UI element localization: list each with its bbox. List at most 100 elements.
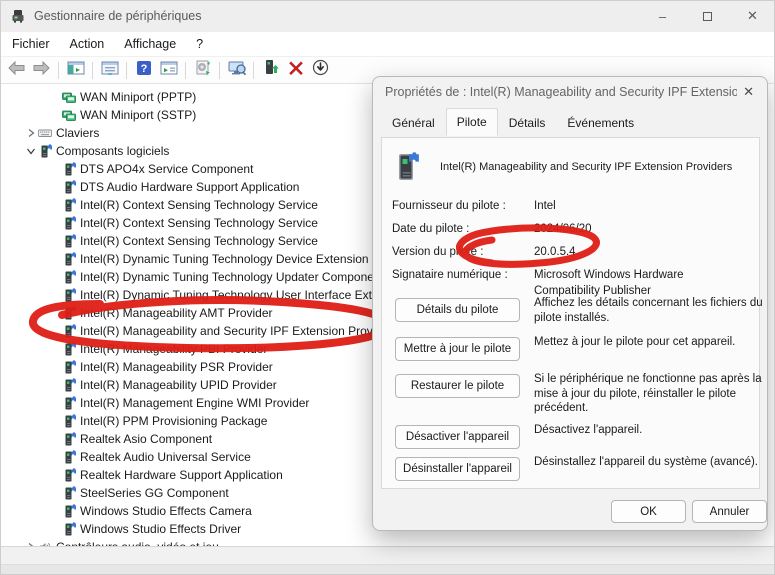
tree-item-label: Intel(R) Dynamic Tuning Technology User … bbox=[80, 288, 379, 302]
toolbar-separator bbox=[219, 62, 220, 79]
désinstaller-l-appareil-button[interactable]: Désinstaller l'appareil bbox=[395, 457, 520, 481]
software-component-icon bbox=[62, 324, 76, 338]
tree-item-label: Intel(R) Manageability PSR Provider bbox=[80, 360, 273, 374]
tree-item-label: WAN Miniport (PPTP) bbox=[80, 90, 196, 104]
driver-tab-panel: Intel(R) Manageability and Security IPF … bbox=[381, 137, 760, 489]
scan-hardware-icon bbox=[194, 59, 212, 81]
cancel-button[interactable]: Annuler bbox=[692, 500, 767, 523]
console-tree-icon bbox=[67, 60, 85, 81]
network-adapter-icon bbox=[62, 108, 76, 122]
dialog-title: Propriétés de : Intel(R) Manageability a… bbox=[385, 85, 737, 99]
chevron-right-icon[interactable] bbox=[24, 126, 38, 140]
driver-actions: Détails du piloteAffichez les détails co… bbox=[382, 138, 759, 488]
software-component-icon bbox=[62, 234, 76, 248]
tree-item-label: Intel(R) Management Engine WMI Provider bbox=[80, 396, 309, 410]
software-component-icon bbox=[62, 468, 76, 482]
keyboard-icon bbox=[38, 126, 52, 140]
uninstall-button[interactable] bbox=[283, 59, 308, 81]
détails-du-pilote-button[interactable]: Détails du pilote bbox=[395, 298, 520, 322]
tree-item-label: Claviers bbox=[56, 126, 99, 140]
toolbar-separator bbox=[92, 62, 93, 79]
driver-action-description: Désinstallez l'appareil du système (avan… bbox=[534, 455, 764, 470]
console-tree-button[interactable] bbox=[63, 59, 88, 81]
désactiver-l-appareil-button[interactable]: Désactiver l'appareil bbox=[395, 425, 520, 449]
menu-item-action[interactable]: Action bbox=[60, 34, 115, 54]
software-component-icon bbox=[62, 486, 76, 500]
software-component-icon bbox=[62, 450, 76, 464]
update-driver-icon bbox=[263, 59, 279, 81]
software-component-icon bbox=[62, 180, 76, 194]
tree-item-label: Intel(R) Manageability UPID Provider bbox=[80, 378, 277, 392]
tab-pilote[interactable]: Pilote bbox=[446, 108, 498, 136]
tab-événements[interactable]: Événements bbox=[556, 111, 645, 136]
restaurer-le-pilote-button[interactable]: Restaurer le pilote bbox=[395, 374, 520, 398]
minimize-button[interactable]: – bbox=[640, 0, 685, 32]
toolbar-separator bbox=[253, 62, 254, 79]
tab-général[interactable]: Général bbox=[381, 111, 446, 136]
properties-icon bbox=[101, 60, 119, 81]
help-icon: ? bbox=[136, 60, 152, 81]
tree-item-label: DTS Audio Hardware Support Application bbox=[80, 180, 299, 194]
remote-computer-icon bbox=[227, 60, 247, 81]
mettre-à-jour-le-pilote-button[interactable]: Mettre à jour le pilote bbox=[395, 337, 520, 361]
device-manager-icon bbox=[10, 8, 26, 24]
disable-button[interactable] bbox=[308, 59, 333, 81]
window-bottom-edge bbox=[0, 564, 775, 575]
software-component-icon bbox=[62, 342, 76, 356]
software-component-icon bbox=[62, 216, 76, 230]
menu-item-?[interactable]: ? bbox=[186, 34, 213, 54]
devices-view-button[interactable] bbox=[156, 59, 181, 81]
window-title: Gestionnaire de périphériques bbox=[34, 9, 201, 23]
software-component-icon bbox=[38, 144, 52, 158]
software-component-icon bbox=[62, 162, 76, 176]
tab-détails[interactable]: Détails bbox=[498, 111, 557, 136]
tree-item-label: Windows Studio Effects Driver bbox=[80, 522, 241, 536]
driver-action-description: Si le périphérique ne fonctionne pas apr… bbox=[534, 372, 764, 416]
tree-item-label: Intel(R) Manageability AMT Provider bbox=[80, 306, 273, 320]
menu-item-affichage[interactable]: Affichage bbox=[114, 34, 186, 54]
tree-item-label: Windows Studio Effects Camera bbox=[80, 504, 252, 518]
devices-view-icon bbox=[160, 60, 178, 81]
maximize-button[interactable] bbox=[685, 0, 730, 32]
driver-action-description: Désactivez l'appareil. bbox=[534, 423, 764, 438]
dialog-titlebar: Propriétés de : Intel(R) Manageability a… bbox=[373, 77, 767, 107]
software-component-icon bbox=[62, 252, 76, 266]
menu-item-fichier[interactable]: Fichier bbox=[2, 34, 60, 54]
network-adapter-icon bbox=[62, 90, 76, 104]
driver-action-description: Affichez les détails concernant les fich… bbox=[534, 296, 764, 325]
dialog-close-icon[interactable]: ✕ bbox=[743, 84, 754, 100]
help-button[interactable]: ? bbox=[131, 59, 156, 81]
tree-item-label: Intel(R) PPM Provisioning Package bbox=[80, 414, 267, 428]
back-icon bbox=[7, 60, 26, 81]
software-component-icon bbox=[62, 504, 76, 518]
scan-hardware-button[interactable] bbox=[190, 59, 215, 81]
close-button[interactable]: ✕ bbox=[730, 0, 775, 32]
driver-action-description: Mettez à jour le pilote pour cet apparei… bbox=[534, 335, 764, 350]
tree-item-label: Realtek Asio Component bbox=[80, 432, 212, 446]
forward-button[interactable] bbox=[29, 59, 54, 81]
tree-item-label: SteelSeries GG Component bbox=[80, 486, 229, 500]
remote-computer-button[interactable] bbox=[224, 59, 249, 81]
properties-dialog: Propriétés de : Intel(R) Manageability a… bbox=[372, 76, 768, 531]
forward-icon bbox=[32, 60, 51, 81]
tree-item-label: Intel(R) Manageability and Security IPF … bbox=[80, 324, 382, 338]
update-driver-button[interactable] bbox=[258, 59, 283, 81]
tree-item-label: DTS APO4x Service Component bbox=[80, 162, 253, 176]
software-component-icon bbox=[62, 360, 76, 374]
tree-item-label: Composants logiciels bbox=[56, 144, 169, 158]
ok-button[interactable]: OK bbox=[611, 500, 686, 523]
tree-item-label: Intel(R) Dynamic Tuning Technology Updat… bbox=[80, 270, 374, 284]
status-strip bbox=[0, 546, 775, 564]
tree-item-label: WAN Miniport (SSTP) bbox=[80, 108, 196, 122]
toolbar-separator bbox=[185, 62, 186, 79]
dialog-tabs: GénéralPiloteDétailsÉvénements bbox=[373, 107, 767, 136]
tree-item-label: Realtek Audio Universal Service bbox=[80, 450, 251, 464]
chevron-down-icon[interactable] bbox=[24, 144, 38, 158]
toolbar-separator bbox=[58, 62, 59, 79]
tree-item-label: Intel(R) Context Sensing Technology Serv… bbox=[80, 198, 318, 212]
properties-button[interactable] bbox=[97, 59, 122, 81]
back-button[interactable] bbox=[4, 59, 29, 81]
tree-row[interactable]: Contrôleurs audio, vidéo et jeu bbox=[0, 538, 775, 546]
toolbar-separator bbox=[126, 62, 127, 79]
software-component-icon bbox=[62, 288, 76, 302]
